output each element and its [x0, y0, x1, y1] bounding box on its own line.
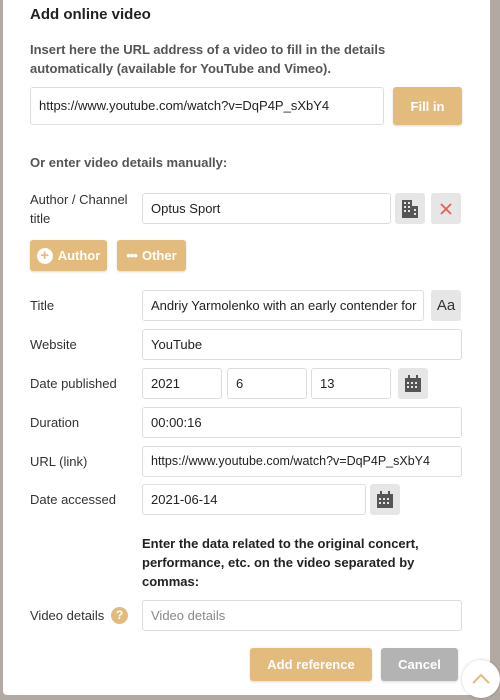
- other-button[interactable]: ••• Other: [117, 240, 186, 271]
- website-label: Website: [30, 337, 77, 352]
- add-author-button[interactable]: + Author: [30, 240, 107, 271]
- url-link-input[interactable]: https://www.youtube.com/watch?v=DqP4P_sX…: [142, 446, 462, 477]
- add-author-label: Author: [57, 248, 101, 263]
- scroll-top-button[interactable]: [462, 660, 500, 698]
- title-input[interactable]: Andriy Yarmolenko with an early contende…: [142, 290, 424, 321]
- manual-heading: Or enter video details manually:: [30, 155, 228, 170]
- add-reference-button[interactable]: Add reference: [250, 648, 372, 681]
- dialog-title: Add online video: [30, 6, 151, 23]
- building-icon: [402, 199, 418, 218]
- details-note: Enter the data related to the original c…: [142, 536, 419, 589]
- more-dots-icon: •••: [126, 248, 138, 263]
- title-label: Title: [30, 298, 55, 313]
- intro-text: Insert here the URL address of a video t…: [30, 42, 386, 76]
- year-input[interactable]: 2021: [142, 368, 222, 399]
- cancel-button[interactable]: Cancel: [381, 648, 458, 681]
- url-input[interactable]: https://www.youtube.com/watch?v=DqP4P_sX…: [30, 87, 384, 125]
- plus-circle-icon: +: [36, 247, 53, 264]
- capitalize-button[interactable]: Aa: [431, 290, 461, 321]
- month-input[interactable]: 6: [227, 368, 307, 399]
- day-input[interactable]: 13: [311, 368, 391, 399]
- date-accessed-input[interactable]: 2021-06-14: [142, 484, 366, 515]
- remove-author-button[interactable]: [431, 193, 461, 224]
- duration-input[interactable]: 00:00:16: [142, 407, 462, 438]
- website-input[interactable]: YouTube: [142, 329, 462, 360]
- duration-label: Duration: [30, 415, 80, 430]
- other-label: Other: [141, 248, 177, 263]
- author-label: Author / Channel title: [30, 192, 128, 226]
- date-published-label: Date published: [30, 376, 117, 391]
- video-details-input[interactable]: Video details: [142, 600, 462, 631]
- close-icon: [440, 202, 452, 215]
- calendar-icon: [405, 374, 421, 392]
- date-published-picker[interactable]: [398, 368, 428, 399]
- date-accessed-label: Date accessed: [30, 492, 116, 507]
- organization-button[interactable]: [395, 193, 425, 224]
- help-icon[interactable]: ?: [111, 607, 128, 624]
- fill-in-button[interactable]: Fill in: [393, 87, 462, 125]
- date-accessed-picker[interactable]: [370, 484, 400, 515]
- url-label: URL (link): [30, 454, 88, 469]
- author-input[interactable]: Optus Sport: [142, 193, 391, 224]
- calendar-icon: [377, 490, 393, 508]
- add-video-dialog: Add online video Insert here the URL add…: [3, 0, 490, 695]
- text-case-icon: Aa: [436, 297, 456, 314]
- video-details-label: Video details: [30, 608, 105, 623]
- chevron-up-icon: [472, 673, 490, 684]
